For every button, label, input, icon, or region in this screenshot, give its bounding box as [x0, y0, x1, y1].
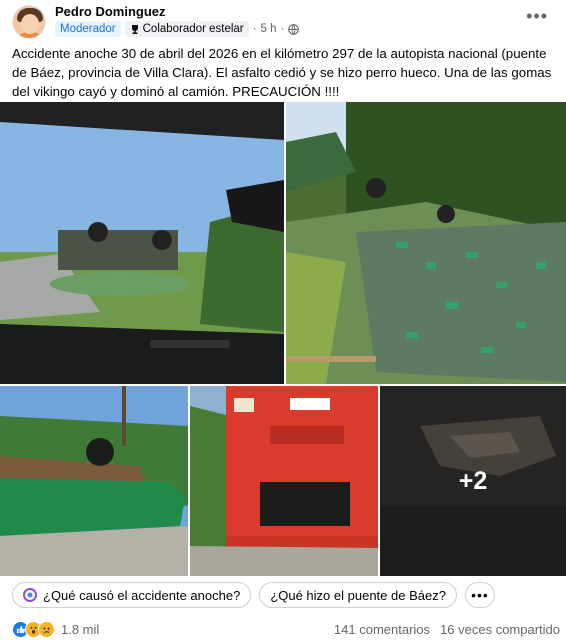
- photo-1[interactable]: [0, 102, 284, 384]
- suggestion-label: ¿Qué causó el accidente anoche?: [43, 587, 241, 603]
- top-contributor-label: Colaborador estelar: [142, 23, 244, 35]
- more-horizontal-icon: •••: [526, 6, 548, 26]
- photo-2[interactable]: [286, 102, 566, 384]
- post-meta: Moderador Colaborador estelar · 5 h ·: [55, 21, 300, 37]
- photo-5[interactable]: +2: [380, 386, 566, 576]
- comments-count[interactable]: 141 comentarios: [334, 622, 430, 637]
- more-horizontal-icon: •••: [471, 587, 489, 603]
- suggestion-label: ¿Qué hizo el puente de Báez?: [270, 587, 446, 603]
- suggested-questions: ¿Qué causó el accidente anoche? ¿Qué hiz…: [12, 582, 495, 610]
- post-time[interactable]: 5 h: [260, 23, 276, 35]
- meta-separator: ·: [252, 23, 257, 35]
- suggestion-chip[interactable]: ¿Qué causó el accidente anoche?: [12, 582, 252, 608]
- meta-ai-icon: [23, 588, 37, 602]
- author-name[interactable]: Pedro Dominguez: [55, 4, 166, 19]
- post-stats: 1.8 mil 141 comentarios 16 veces compart…: [12, 618, 560, 640]
- avatar[interactable]: [12, 5, 46, 39]
- suggestion-chip[interactable]: ¿Qué hizo el puente de Báez?: [259, 582, 457, 608]
- more-options-button[interactable]: •••: [526, 6, 548, 27]
- globe-icon: [288, 23, 300, 35]
- top-contributor-badge[interactable]: Colaborador estelar: [124, 21, 249, 37]
- more-suggestions-button[interactable]: •••: [464, 582, 495, 608]
- sad-icon: [38, 620, 55, 638]
- shares-count[interactable]: 16 veces compartido: [440, 622, 560, 637]
- reactions-summary[interactable]: 1.8 mil: [12, 620, 100, 638]
- photo-4[interactable]: [190, 386, 378, 576]
- photo-3[interactable]: [0, 386, 188, 576]
- meta-separator: ·: [280, 23, 285, 35]
- moderator-badge[interactable]: Moderador: [55, 21, 121, 37]
- post-header: Pedro Dominguez Moderador Colaborador es…: [0, 0, 566, 40]
- reaction-count: 1.8 mil: [61, 621, 100, 637]
- post-text: Accidente anoche 30 de abril del 2026 en…: [12, 46, 552, 99]
- trophy-icon: [131, 24, 138, 34]
- photo-grid: +2: [0, 102, 566, 576]
- more-photos-count[interactable]: +2: [380, 386, 566, 576]
